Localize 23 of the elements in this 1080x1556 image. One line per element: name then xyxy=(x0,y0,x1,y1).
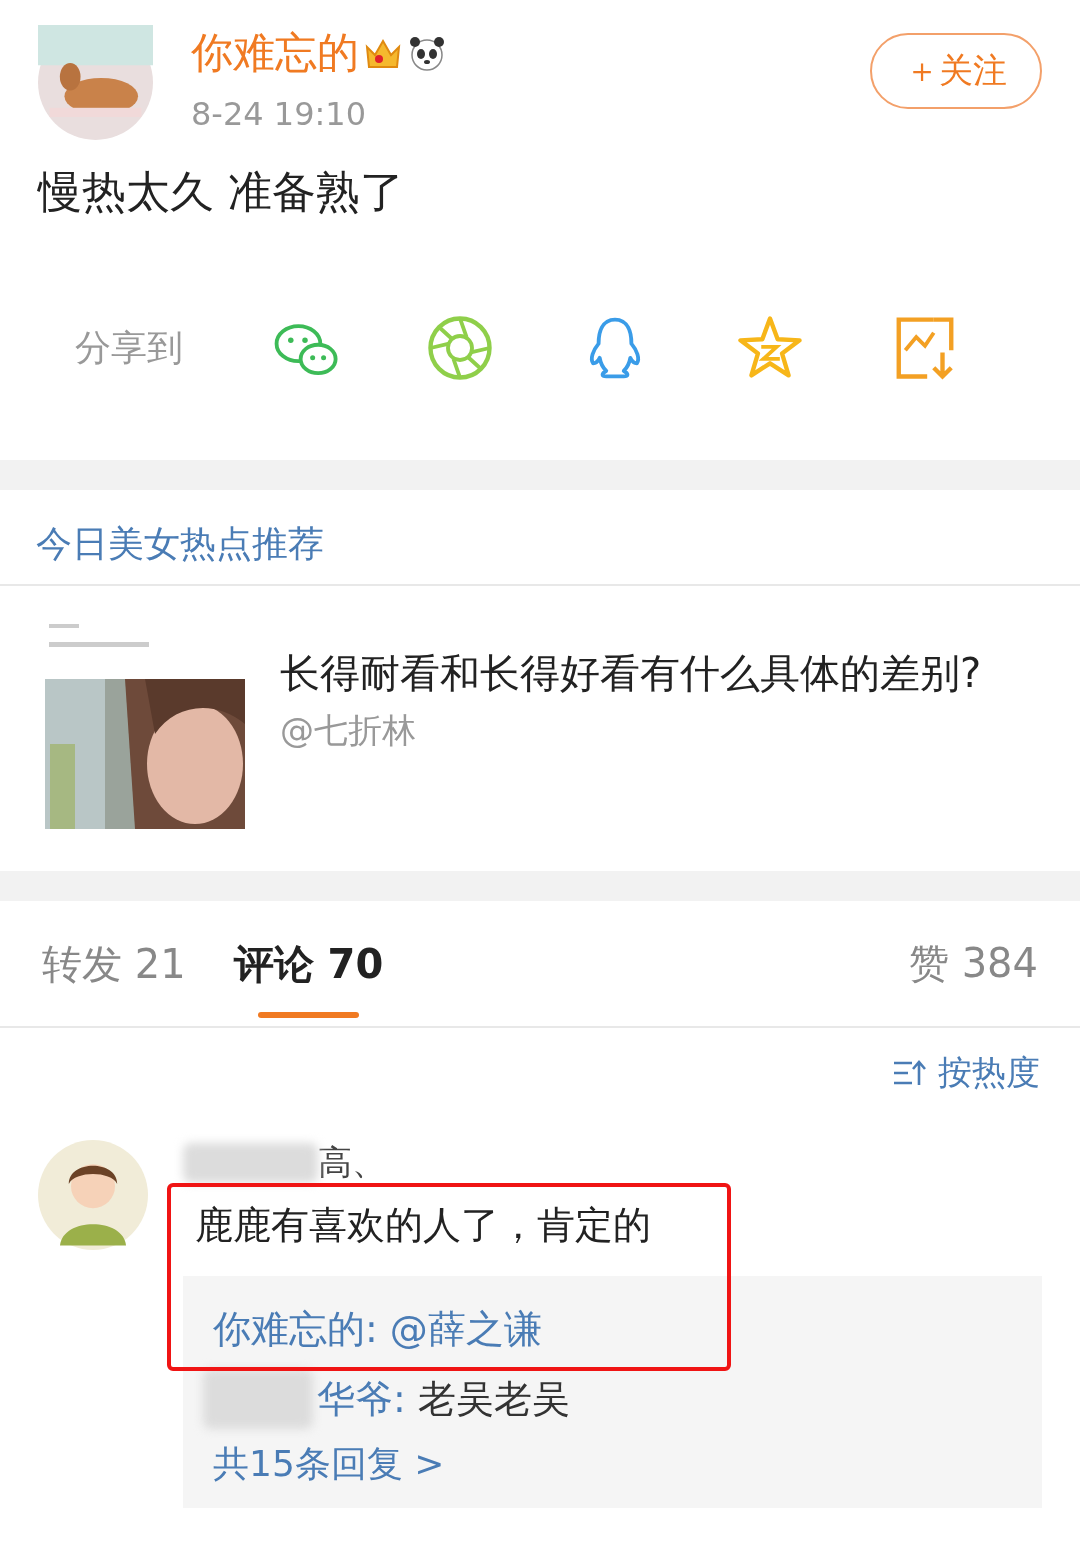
commenter-name[interactable]: 高、 xyxy=(318,1140,386,1186)
avatar[interactable] xyxy=(38,25,153,140)
avatar[interactable] xyxy=(38,1140,148,1250)
follow-button[interactable]: ＋关注 xyxy=(870,33,1042,109)
tab[interactable]: 评论 70 xyxy=(233,937,384,990)
post-text: 慢热太久 准备熟了 xyxy=(36,165,405,219)
aperture-icon[interactable] xyxy=(425,313,495,383)
article-author: @七折林 xyxy=(280,709,417,752)
mention-link[interactable]: @薛之谦 xyxy=(389,1303,542,1355)
article-title[interactable]: 长得耐看和长得好看有什么具体的差别? xyxy=(280,642,1020,704)
post-time: 8-24 19:10 xyxy=(191,95,367,133)
reply-author[interactable]: 华爷: xyxy=(317,1373,406,1425)
comment-text: 鹿鹿有喜欢的人了，肯定的 xyxy=(194,1202,652,1249)
sort-button[interactable]: 按热度 xyxy=(892,1046,1040,1100)
reply-text: 老吴老吴 xyxy=(417,1375,570,1423)
tab[interactable]: 转发 21 xyxy=(42,937,186,990)
more-replies-link[interactable]: 共15条回复 > xyxy=(213,1434,1012,1494)
reply-author[interactable]: 你难忘的: xyxy=(213,1303,378,1355)
section-title[interactable]: 今日美女热点推荐 xyxy=(0,490,1080,586)
user-name[interactable]: 你难忘的 xyxy=(191,25,359,81)
like-count[interactable]: 赞 384 xyxy=(908,936,1038,991)
share-label: 分享到 xyxy=(75,325,184,370)
sort-icon xyxy=(892,1059,926,1087)
